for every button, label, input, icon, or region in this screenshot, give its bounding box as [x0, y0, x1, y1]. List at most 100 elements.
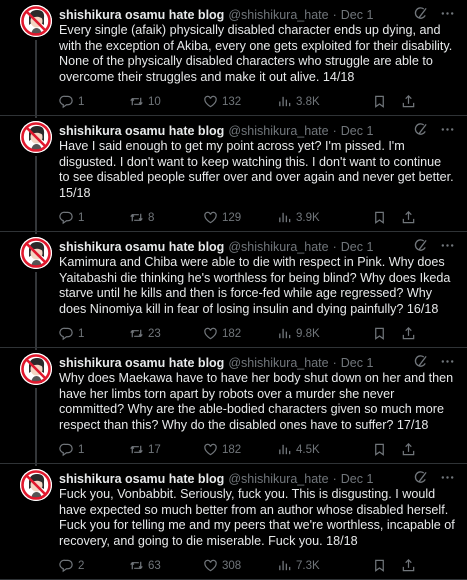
- views-button[interactable]: 9.8K: [277, 326, 320, 341]
- views-button[interactable]: 7.3K: [277, 558, 320, 573]
- reply-button[interactable]: 2: [59, 558, 84, 573]
- bookmark-icon: [375, 211, 384, 224]
- avatar[interactable]: [20, 121, 52, 153]
- tweet-date[interactable]: Dec 1: [341, 240, 374, 254]
- display-name[interactable]: shishikura osamu hate blog: [59, 8, 224, 22]
- user-handle[interactable]: @shishikura_hate: [228, 472, 328, 486]
- views-icon: [279, 560, 291, 571]
- tweet[interactable]: shishikura osamu hate blog @shishikura_h…: [0, 348, 467, 466]
- views-button[interactable]: 3.8K: [277, 94, 320, 109]
- reply-button[interactable]: 1: [59, 326, 84, 341]
- reply-icon: [59, 559, 73, 573]
- display-name[interactable]: shishikura osamu hate blog: [59, 472, 224, 486]
- crossed-out-character-icon: [20, 237, 52, 269]
- views-icon: [279, 96, 291, 107]
- bookmark-button[interactable]: [372, 94, 387, 109]
- header-icons: [413, 6, 455, 21]
- like-button[interactable]: 129: [203, 210, 241, 225]
- display-name[interactable]: shishikura osamu hate blog: [59, 356, 224, 370]
- user-handle[interactable]: @shishikura_hate: [228, 8, 328, 22]
- like-button[interactable]: 182: [203, 326, 241, 341]
- views-button[interactable]: 4.5K: [277, 442, 320, 457]
- retweet-button[interactable]: 23: [129, 326, 161, 341]
- heart-icon: [204, 443, 217, 456]
- retweet-icon: [130, 97, 143, 106]
- more-icon[interactable]: [440, 238, 455, 253]
- reply-button[interactable]: 1: [59, 442, 84, 457]
- retweet-count: 63: [148, 559, 161, 572]
- thread-feed: shishikura osamu hate blog @shishikura_h…: [0, 0, 467, 580]
- tweet-actions: 1 17 182 4.5K: [59, 442, 459, 458]
- bookmark-button[interactable]: [372, 326, 387, 341]
- user-handle[interactable]: @shishikura_hate: [228, 124, 328, 138]
- views-icon: [279, 212, 291, 223]
- separator-dot: ·: [332, 240, 337, 254]
- tweet[interactable]: shishikura osamu hate blog @shishikura_h…: [0, 232, 467, 350]
- views-button[interactable]: 3.9K: [277, 210, 320, 225]
- share-button[interactable]: [401, 94, 416, 109]
- display-name[interactable]: shishikura osamu hate blog: [59, 240, 224, 254]
- more-icon[interactable]: [440, 354, 455, 369]
- share-icon: [402, 95, 415, 108]
- retweet-count: 17: [148, 443, 161, 456]
- share-button[interactable]: [401, 442, 416, 457]
- grok-icon[interactable]: [413, 238, 428, 253]
- share-button[interactable]: [401, 326, 416, 341]
- display-name[interactable]: shishikura osamu hate blog: [59, 124, 224, 138]
- avatar[interactable]: [20, 237, 52, 269]
- share-icon: [402, 443, 415, 456]
- bookmark-button[interactable]: [372, 558, 387, 573]
- share-button[interactable]: [401, 558, 416, 573]
- views-count: 3.8K: [296, 95, 320, 108]
- reply-button[interactable]: 1: [59, 210, 84, 225]
- avatar[interactable]: [20, 469, 52, 501]
- grok-icon[interactable]: [413, 470, 428, 485]
- avatar[interactable]: [20, 353, 52, 385]
- views-count: 3.9K: [296, 211, 320, 224]
- retweet-button[interactable]: 10: [129, 94, 161, 109]
- more-icon[interactable]: [440, 470, 455, 485]
- retweet-button[interactable]: 8: [129, 210, 154, 225]
- user-handle[interactable]: @shishikura_hate: [228, 356, 328, 370]
- tweet-date[interactable]: Dec 1: [341, 356, 374, 370]
- like-count: 129: [222, 211, 242, 224]
- retweet-icon: [130, 561, 143, 570]
- avatar[interactable]: [20, 5, 52, 37]
- reply-count: 1: [78, 443, 85, 456]
- share-button[interactable]: [401, 210, 416, 225]
- more-icon[interactable]: [440, 6, 455, 21]
- grok-icon[interactable]: [413, 6, 428, 21]
- grok-icon[interactable]: [413, 354, 428, 369]
- views-count: 7.3K: [296, 559, 320, 572]
- user-handle[interactable]: @shishikura_hate: [228, 240, 328, 254]
- like-button[interactable]: 182: [203, 442, 241, 457]
- tweet[interactable]: shishikura osamu hate blog @shishikura_h…: [0, 0, 467, 118]
- tweet-header: shishikura osamu hate blog @shishikura_h…: [59, 122, 455, 140]
- like-count: 308: [222, 559, 242, 572]
- share-icon: [402, 559, 415, 572]
- tweet-text: Every single (afaik) physically disabled…: [59, 23, 456, 84]
- bookmark-button[interactable]: [372, 442, 387, 457]
- bookmark-icon: [375, 95, 384, 108]
- tweet-date[interactable]: Dec 1: [341, 472, 374, 486]
- tweet-actions: 2 63 308 7.3K: [59, 558, 459, 574]
- bookmark-button[interactable]: [372, 210, 387, 225]
- like-button[interactable]: 132: [203, 94, 241, 109]
- reply-count: 1: [78, 327, 85, 340]
- retweet-button[interactable]: 17: [129, 442, 161, 457]
- more-icon[interactable]: [440, 122, 455, 137]
- thread-connector: [35, 388, 37, 466]
- tweet[interactable]: shishikura osamu hate blog @shishikura_h…: [0, 464, 467, 580]
- tweet-date[interactable]: Dec 1: [341, 8, 374, 22]
- retweet-count: 8: [148, 211, 155, 224]
- grok-icon[interactable]: [413, 122, 428, 137]
- thread-connector: [35, 272, 37, 350]
- retweet-button[interactable]: 63: [129, 558, 161, 573]
- like-button[interactable]: 308: [203, 558, 241, 573]
- bookmark-icon: [375, 559, 384, 572]
- reply-button[interactable]: 1: [59, 94, 84, 109]
- tweet-header: shishikura osamu hate blog @shishikura_h…: [59, 354, 455, 372]
- tweet-date[interactable]: Dec 1: [341, 124, 374, 138]
- tweet-header: shishikura osamu hate blog @shishikura_h…: [59, 238, 455, 256]
- tweet[interactable]: shishikura osamu hate blog @shishikura_h…: [0, 116, 467, 234]
